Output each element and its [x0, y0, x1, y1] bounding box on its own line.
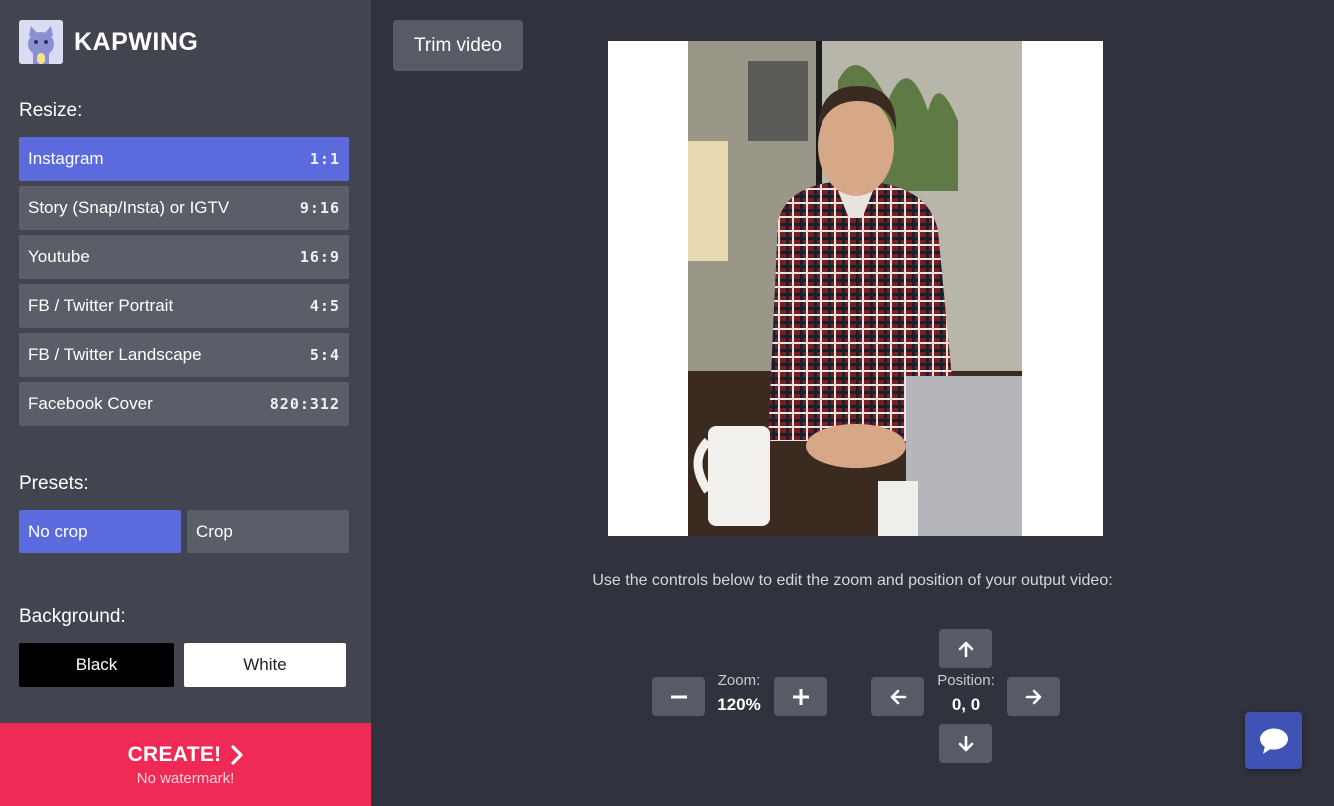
zoom-value: 120% [717, 695, 761, 714]
background-white-button[interactable]: White [184, 643, 346, 687]
resize-item-story[interactable]: Story (Snap/Insta) or IGTV 9:16 [19, 186, 349, 230]
position-value: 0, 0 [951, 695, 981, 714]
create-label: CREATE! [127, 742, 222, 766]
resize-item-label: FB / Twitter Landscape [28, 345, 202, 364]
brand[interactable]: KAPWING [19, 20, 198, 64]
create-button[interactable]: CREATE! No watermark! [0, 723, 371, 806]
resize-item-label: Facebook Cover [28, 394, 153, 413]
background-black-button[interactable]: Black [19, 643, 174, 687]
sidebar: KAPWING Resize: Instagram 1:1 Story (Sna… [0, 0, 371, 806]
resize-item-ratio: 16:9 [299, 248, 340, 266]
video-preview[interactable] [688, 41, 1022, 536]
arrow-up-icon [958, 641, 973, 657]
create-sub-label: No watermark! [136, 769, 235, 787]
zoom-in-button[interactable] [774, 677, 827, 716]
resize-item-instagram[interactable]: Instagram 1:1 [19, 137, 349, 181]
resize-item-facebook-cover[interactable]: Facebook Cover 820:312 [19, 382, 349, 426]
preset-crop-button[interactable]: Crop [187, 510, 349, 553]
kapwing-logo-icon [19, 20, 63, 64]
position-label: Position: [937, 672, 995, 689]
resize-item-label: FB / Twitter Portrait [28, 296, 174, 315]
presets: No crop Crop [19, 510, 349, 553]
resize-item-ratio: 1:1 [309, 150, 340, 168]
resize-item-youtube[interactable]: Youtube 16:9 [19, 235, 349, 279]
move-left-button[interactable] [871, 677, 924, 716]
resize-item-label: Story (Snap/Insta) or IGTV [28, 198, 230, 217]
zoom-out-button[interactable] [652, 677, 705, 716]
resize-item-fb-twitter-landscape[interactable]: FB / Twitter Landscape 5:4 [19, 333, 349, 377]
plus-icon [792, 688, 809, 705]
resize-item-ratio: 4:5 [309, 297, 340, 315]
create-main: CREATE! [128, 743, 244, 767]
chevron-right-icon [231, 744, 244, 765]
brand-name: KAPWING [74, 27, 199, 56]
arrow-right-icon [1025, 689, 1041, 704]
resize-item-ratio: 9:16 [299, 199, 340, 217]
resize-item-label: Instagram [28, 149, 104, 168]
resize-list: Instagram 1:1 Story (Snap/Insta) or IGTV… [19, 137, 349, 431]
resize-item-ratio: 820:312 [269, 395, 340, 413]
resize-item-label: Youtube [28, 247, 90, 266]
background-options: Black White [19, 643, 346, 687]
resize-item-ratio: 5:4 [309, 346, 340, 364]
resize-item-fb-twitter-portrait[interactable]: FB / Twitter Portrait 4:5 [19, 284, 349, 328]
trim-video-button[interactable]: Trim video [393, 20, 523, 71]
resize-title: Resize: [19, 100, 83, 121]
zoom-label: Zoom: [717, 672, 761, 689]
arrow-left-icon [890, 689, 906, 704]
arrow-down-icon [958, 735, 973, 751]
presets-title: Presets: [19, 473, 89, 494]
instructions-text: Use the controls below to edit the zoom … [592, 572, 1113, 589]
preset-no-crop-button[interactable]: No crop [19, 510, 181, 553]
chat-button[interactable] [1245, 712, 1302, 769]
move-down-button[interactable] [939, 724, 992, 763]
video-canvas [608, 41, 1103, 536]
minus-icon [670, 695, 687, 698]
move-right-button[interactable] [1007, 677, 1060, 716]
move-up-button[interactable] [939, 629, 992, 668]
background-title: Background: [19, 606, 126, 627]
chat-bubble-icon [1259, 728, 1288, 754]
